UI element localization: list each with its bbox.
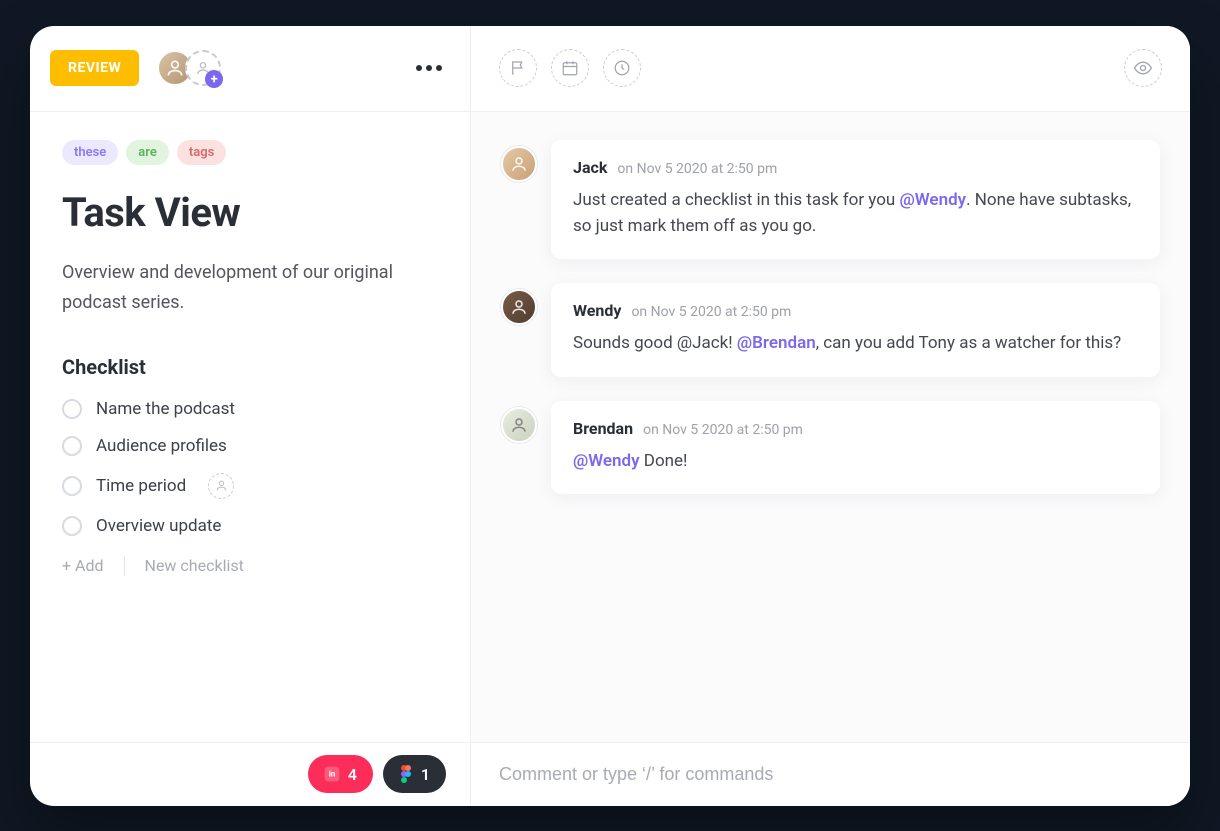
comment-author: Brendan xyxy=(573,419,633,438)
status-pill[interactable]: REVIEW xyxy=(50,50,139,86)
comment: Wendy on Nov 5 2020 at 2:50 pm Sounds go… xyxy=(501,283,1160,376)
tag[interactable]: are xyxy=(126,140,169,165)
comment-text: Sounds good @Jack! xyxy=(573,333,737,353)
tag[interactable]: these xyxy=(62,140,118,165)
comment-author: Jack xyxy=(573,158,607,177)
comment-author: Wendy xyxy=(573,301,621,320)
more-menu-button[interactable] xyxy=(408,57,450,79)
comment-composer xyxy=(471,742,1190,806)
checkbox[interactable] xyxy=(62,399,82,419)
checkbox[interactable] xyxy=(62,516,82,536)
invision-icon: in xyxy=(324,766,340,782)
add-item-button[interactable]: + Add xyxy=(62,556,104,575)
comment-timestamp: on Nov 5 2020 at 2:50 pm xyxy=(631,304,791,320)
activity-header xyxy=(471,26,1190,112)
watchers-button[interactable] xyxy=(1124,49,1162,87)
task-description[interactable]: Overview and development of our original… xyxy=(62,258,438,319)
checklist-item-label[interactable]: Audience profiles xyxy=(96,436,227,456)
assignee-group: + xyxy=(157,50,221,86)
due-date-button[interactable] xyxy=(551,49,589,87)
comment-avatar[interactable] xyxy=(501,407,537,443)
comment-body: @Wendy Done! xyxy=(573,448,1138,474)
plus-icon: + xyxy=(205,70,223,88)
checklist-item: Name the podcast xyxy=(62,399,438,419)
task-modal: REVIEW + these are tags Task View xyxy=(30,26,1190,806)
task-footer: in 4 1 xyxy=(30,742,470,806)
checklist-heading: Checklist xyxy=(62,355,438,379)
divider xyxy=(124,556,125,576)
checkbox[interactable] xyxy=(62,436,82,456)
time-tracking-button[interactable] xyxy=(603,49,641,87)
invision-attachment-chip[interactable]: in 4 xyxy=(308,755,373,793)
comment-avatar[interactable] xyxy=(501,146,537,182)
task-body: these are tags Task View Overview and de… xyxy=(30,112,470,742)
checklist-item-label[interactable]: Overview update xyxy=(96,516,221,536)
checklist-actions: + Add New checklist xyxy=(62,556,438,576)
comment-text: , can you add Tony as a watcher for this… xyxy=(816,333,1121,353)
comment-thread: Jack on Nov 5 2020 at 2:50 pm Just creat… xyxy=(471,112,1190,742)
new-checklist-button[interactable]: New checklist xyxy=(145,556,244,575)
figma-icon xyxy=(399,765,413,783)
comment: Jack on Nov 5 2020 at 2:50 pm Just creat… xyxy=(501,140,1160,260)
priority-button[interactable] xyxy=(499,49,537,87)
checklist-item: Audience profiles xyxy=(62,436,438,456)
comment: Brendan on Nov 5 2020 at 2:50 pm @Wendy … xyxy=(501,401,1160,494)
comment-bubble: Wendy on Nov 5 2020 at 2:50 pm Sounds go… xyxy=(551,283,1160,376)
task-header: REVIEW + xyxy=(30,26,470,112)
comment-timestamp: on Nov 5 2020 at 2:50 pm xyxy=(617,161,777,177)
checklist-item-label[interactable]: Time period xyxy=(96,476,186,496)
add-assignee-button[interactable]: + xyxy=(185,50,221,86)
comment-text: Just created a checklist in this task fo… xyxy=(573,190,900,210)
comment-bubble: Brendan on Nov 5 2020 at 2:50 pm @Wendy … xyxy=(551,401,1160,494)
task-title[interactable]: Task View xyxy=(62,189,438,236)
figma-count: 1 xyxy=(421,765,430,784)
activity-pane: Jack on Nov 5 2020 at 2:50 pm Just creat… xyxy=(471,26,1190,806)
tags-row: these are tags xyxy=(62,140,438,165)
svg-text:in: in xyxy=(328,770,335,779)
tag[interactable]: tags xyxy=(177,140,226,165)
comment-avatar[interactable] xyxy=(501,289,537,325)
mention[interactable]: @Wendy xyxy=(573,451,640,471)
comment-input[interactable] xyxy=(499,764,1162,785)
invision-count: 4 xyxy=(348,765,357,784)
mention[interactable]: @Wendy xyxy=(900,190,967,210)
mention[interactable]: @Brendan xyxy=(737,333,816,353)
checklist-item: Time period xyxy=(62,473,438,499)
comment-text: Done! xyxy=(640,451,688,471)
checklist-item-label[interactable]: Name the podcast xyxy=(96,399,235,419)
figma-attachment-chip[interactable]: 1 xyxy=(383,755,446,793)
comment-bubble: Jack on Nov 5 2020 at 2:50 pm Just creat… xyxy=(551,140,1160,260)
task-pane: REVIEW + these are tags Task View xyxy=(30,26,471,806)
checkbox[interactable] xyxy=(62,476,82,496)
comment-body: Just created a checklist in this task fo… xyxy=(573,187,1138,240)
checklist-item: Overview update xyxy=(62,516,438,536)
comment-body: Sounds good @Jack! @Brendan, can you add… xyxy=(573,330,1138,356)
comment-timestamp: on Nov 5 2020 at 2:50 pm xyxy=(643,422,803,438)
assign-item-button[interactable] xyxy=(208,473,234,499)
